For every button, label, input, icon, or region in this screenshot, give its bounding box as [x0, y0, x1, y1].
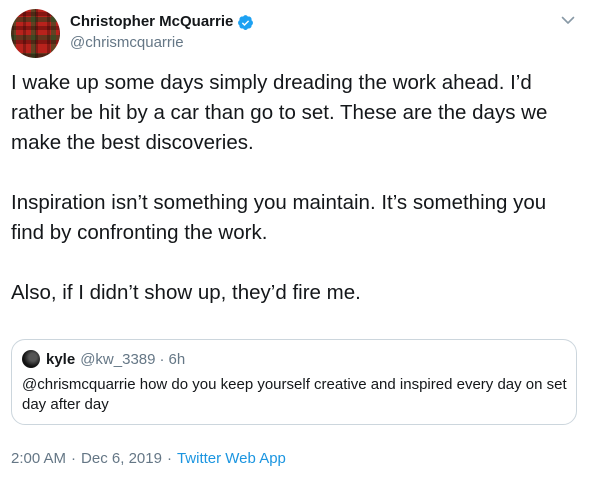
tweet-source-link[interactable]: Twitter Web App: [177, 449, 286, 469]
chevron-down-icon[interactable]: [560, 12, 576, 28]
quoted-author-name: kyle: [46, 350, 76, 368]
tweet-meta: 2:00 AM · Dec 6, 2019 · Twitter Web App: [11, 449, 286, 469]
quoted-tweet[interactable]: kyle @kw_3389 · 6h @chrismcquarrie how d…: [11, 339, 577, 425]
tweet-date[interactable]: Dec 6, 2019: [81, 449, 162, 469]
author-avatar[interactable]: [11, 9, 60, 58]
quoted-separator: ·: [159, 350, 165, 368]
author-name-row: Christopher McQuarrie: [70, 12, 254, 32]
meta-separator: ·: [166, 450, 172, 467]
quoted-author-handle: @kw_3389: [80, 350, 156, 368]
quoted-timestamp: 6h: [168, 350, 186, 368]
verified-badge-icon: [238, 14, 254, 30]
author-handle[interactable]: @chrismcquarrie: [70, 33, 254, 53]
tweet-text: I wake up some days simply dreading the …: [11, 71, 548, 304]
quoted-tweet-text: @chrismcquarrie how do you keep yourself…: [22, 376, 567, 413]
author-info: Christopher McQuarrie @chrismcquarrie: [70, 12, 254, 53]
tweet-time[interactable]: 2:00 AM: [11, 449, 66, 469]
quoted-tweet-header: kyle @kw_3389 · 6h: [22, 349, 185, 369]
author-display-name[interactable]: Christopher McQuarrie: [70, 12, 233, 32]
quoted-author-avatar: [22, 350, 40, 368]
tweet-card: Christopher McQuarrie @chrismcquarrie I …: [0, 0, 594, 482]
meta-separator: ·: [71, 450, 77, 467]
